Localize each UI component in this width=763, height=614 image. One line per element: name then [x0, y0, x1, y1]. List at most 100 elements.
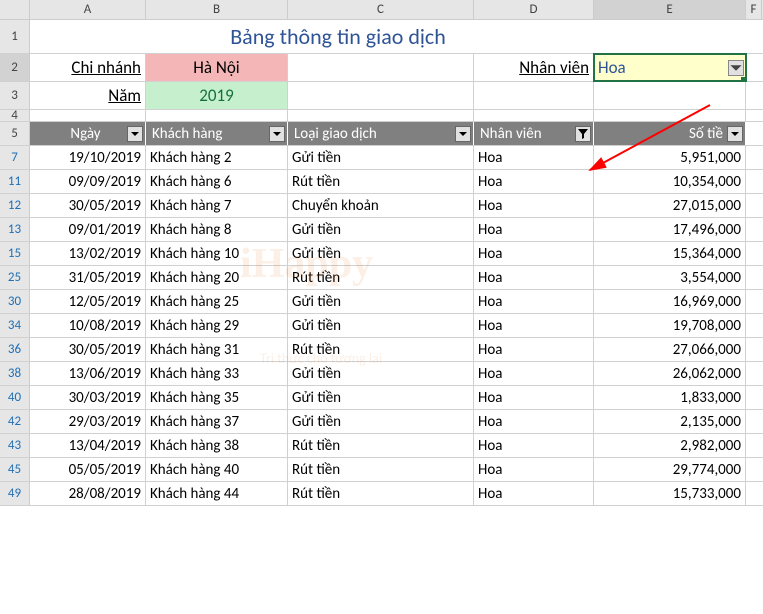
- cell-type[interactable]: Rút tiền: [288, 434, 474, 457]
- row-header[interactable]: 45: [0, 458, 30, 481]
- dropdown-icon[interactable]: [728, 60, 744, 76]
- row-header-2[interactable]: 2: [0, 54, 30, 81]
- cell-type[interactable]: Gửi tiền: [288, 362, 474, 385]
- cell-customer[interactable]: Khách hàng 7: [146, 194, 288, 217]
- cell-date[interactable]: 10/08/2019: [30, 314, 146, 337]
- row-header[interactable]: 34: [0, 314, 30, 337]
- staff-value[interactable]: Hoa: [594, 54, 746, 81]
- cell-type[interactable]: Gửi tiền: [288, 146, 474, 169]
- cell-amount[interactable]: 1,833,000: [594, 386, 746, 409]
- cell-staff[interactable]: Hoa: [474, 458, 594, 481]
- cell-staff[interactable]: Hoa: [474, 434, 594, 457]
- cell-staff[interactable]: Hoa: [474, 386, 594, 409]
- cell-customer[interactable]: Khách hàng 38: [146, 434, 288, 457]
- select-all-corner[interactable]: [0, 0, 30, 19]
- cell-type[interactable]: Rút tiền: [288, 170, 474, 193]
- cell-date[interactable]: 19/10/2019: [30, 146, 146, 169]
- cell-amount[interactable]: 27,015,000: [594, 194, 746, 217]
- cell-amount[interactable]: 19,708,000: [594, 314, 746, 337]
- branch-value[interactable]: Hà Nội: [146, 54, 288, 81]
- cell-date[interactable]: 30/05/2019: [30, 338, 146, 361]
- cell-customer[interactable]: Khách hàng 20: [146, 266, 288, 289]
- filter-active-icon[interactable]: [575, 126, 591, 142]
- row-header[interactable]: 36: [0, 338, 30, 361]
- cell-customer[interactable]: Khách hàng 2: [146, 146, 288, 169]
- cell-customer[interactable]: Khách hàng 33: [146, 362, 288, 385]
- cell-staff[interactable]: Hoa: [474, 338, 594, 361]
- filter-dropdown-icon[interactable]: [127, 126, 143, 142]
- branch-label[interactable]: Chi nhánh: [30, 54, 146, 81]
- row-header[interactable]: 25: [0, 266, 30, 289]
- cell-B4[interactable]: [146, 110, 288, 121]
- year-label[interactable]: Năm: [30, 82, 146, 109]
- cell-amount[interactable]: 15,733,000: [594, 482, 746, 505]
- cell-C2[interactable]: [288, 54, 474, 81]
- cell-customer[interactable]: Khách hàng 31: [146, 338, 288, 361]
- cell-E4[interactable]: [594, 110, 746, 121]
- row-header[interactable]: 12: [0, 194, 30, 217]
- th-nhanvien[interactable]: Nhân viên: [474, 122, 594, 145]
- cell-type[interactable]: Chuyển khoản: [288, 194, 474, 217]
- staff-label[interactable]: Nhân viên: [474, 54, 594, 81]
- cell-customer[interactable]: Khách hàng 37: [146, 410, 288, 433]
- cell-amount[interactable]: 2,135,000: [594, 410, 746, 433]
- cell-date[interactable]: 13/04/2019: [30, 434, 146, 457]
- cell-date[interactable]: 05/05/2019: [30, 458, 146, 481]
- row-header-1[interactable]: 1: [0, 20, 30, 53]
- cell-customer[interactable]: Khách hàng 25: [146, 290, 288, 313]
- cell-amount[interactable]: 16,969,000: [594, 290, 746, 313]
- cell-A4[interactable]: [30, 110, 146, 121]
- cell-staff[interactable]: Hoa: [474, 194, 594, 217]
- cell-type[interactable]: Gửi tiền: [288, 218, 474, 241]
- col-header-D[interactable]: D: [474, 0, 594, 19]
- cell-amount[interactable]: 15,364,000: [594, 242, 746, 265]
- row-header-5[interactable]: 5: [0, 122, 30, 145]
- cell-customer[interactable]: Khách hàng 29: [146, 314, 288, 337]
- cell-D4[interactable]: [474, 110, 594, 121]
- row-header[interactable]: 42: [0, 410, 30, 433]
- filter-dropdown-icon[interactable]: [455, 126, 471, 142]
- cell-amount[interactable]: 3,554,000: [594, 266, 746, 289]
- cell-customer[interactable]: Khách hàng 44: [146, 482, 288, 505]
- row-header[interactable]: 11: [0, 170, 30, 193]
- row-header[interactable]: 43: [0, 434, 30, 457]
- cell-date[interactable]: 12/05/2019: [30, 290, 146, 313]
- cell-amount[interactable]: 2,982,000: [594, 434, 746, 457]
- cell-C3[interactable]: [288, 82, 474, 109]
- cell-type[interactable]: Gửi tiền: [288, 242, 474, 265]
- row-header[interactable]: 40: [0, 386, 30, 409]
- cell-staff[interactable]: Hoa: [474, 314, 594, 337]
- col-header-C[interactable]: C: [288, 0, 474, 19]
- cell-type[interactable]: Rút tiền: [288, 482, 474, 505]
- cell-type[interactable]: Gửi tiền: [288, 410, 474, 433]
- cell-amount[interactable]: 26,062,000: [594, 362, 746, 385]
- cell-date[interactable]: 09/09/2019: [30, 170, 146, 193]
- cell-customer[interactable]: Khách hàng 6: [146, 170, 288, 193]
- row-header[interactable]: 38: [0, 362, 30, 385]
- cell-staff[interactable]: Hoa: [474, 218, 594, 241]
- cell-customer[interactable]: Khách hàng 8: [146, 218, 288, 241]
- cell-type[interactable]: Gửi tiền: [288, 314, 474, 337]
- page-title[interactable]: Bảng thông tin giao dịch: [30, 20, 646, 53]
- cell-date[interactable]: 30/03/2019: [30, 386, 146, 409]
- cell-date[interactable]: 13/06/2019: [30, 362, 146, 385]
- row-header[interactable]: 30: [0, 290, 30, 313]
- cell-type[interactable]: Rút tiền: [288, 266, 474, 289]
- year-value[interactable]: 2019: [146, 82, 288, 109]
- cell-staff[interactable]: Hoa: [474, 146, 594, 169]
- filter-dropdown-icon[interactable]: [269, 126, 285, 142]
- row-header-4[interactable]: 4: [0, 110, 30, 121]
- cell-date[interactable]: 09/01/2019: [30, 218, 146, 241]
- cell-staff[interactable]: Hoa: [474, 362, 594, 385]
- cell-staff[interactable]: Hoa: [474, 410, 594, 433]
- row-header[interactable]: 49: [0, 482, 30, 505]
- cell-amount[interactable]: 29,774,000: [594, 458, 746, 481]
- row-header[interactable]: 13: [0, 218, 30, 241]
- cell-staff[interactable]: Hoa: [474, 170, 594, 193]
- th-sotien[interactable]: Số tiề: [594, 122, 746, 145]
- col-header-E[interactable]: E: [594, 0, 746, 19]
- cell-amount[interactable]: 10,354,000: [594, 170, 746, 193]
- cell-type[interactable]: Gửi tiền: [288, 386, 474, 409]
- cell-amount[interactable]: 27,066,000: [594, 338, 746, 361]
- cell-amount[interactable]: 17,496,000: [594, 218, 746, 241]
